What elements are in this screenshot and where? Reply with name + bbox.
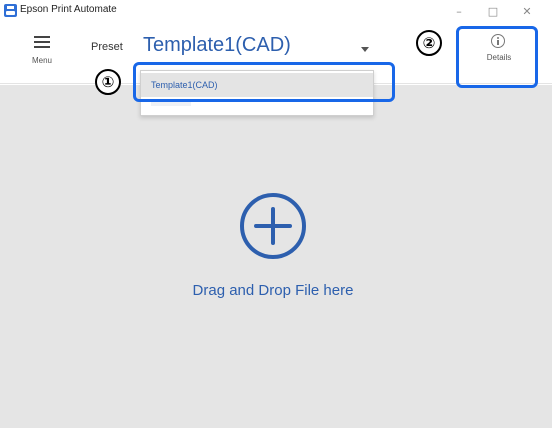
maximize-button[interactable]: □ (478, 2, 508, 20)
callout-highlight-details (456, 26, 538, 88)
menu-button[interactable]: Menu (22, 32, 62, 72)
plus-circle-icon[interactable] (238, 191, 308, 261)
callout-number-2: ② (416, 30, 442, 56)
callout-highlight-preset (133, 62, 395, 102)
minimize-button[interactable]: – (444, 2, 474, 20)
preset-select[interactable]: Template1(CAD) (140, 34, 378, 64)
preset-selected-value: Template1(CAD) (143, 34, 291, 56)
hamburger-icon (34, 36, 50, 48)
drop-instructions: Drag and Drop File here (192, 282, 354, 299)
window-title: Epson Print Automate (20, 4, 117, 15)
menu-label: Menu (31, 56, 52, 65)
title-bar: Epson Print Automate – □ ✕ (0, 0, 552, 22)
callout-number-1: ① (95, 69, 121, 95)
file-drop-zone[interactable]: Drag and Drop File here (0, 85, 552, 428)
app-logo-icon (4, 4, 17, 17)
chevron-down-icon (361, 47, 369, 52)
close-button[interactable]: ✕ (512, 2, 542, 20)
preset-label: Preset (91, 41, 123, 53)
